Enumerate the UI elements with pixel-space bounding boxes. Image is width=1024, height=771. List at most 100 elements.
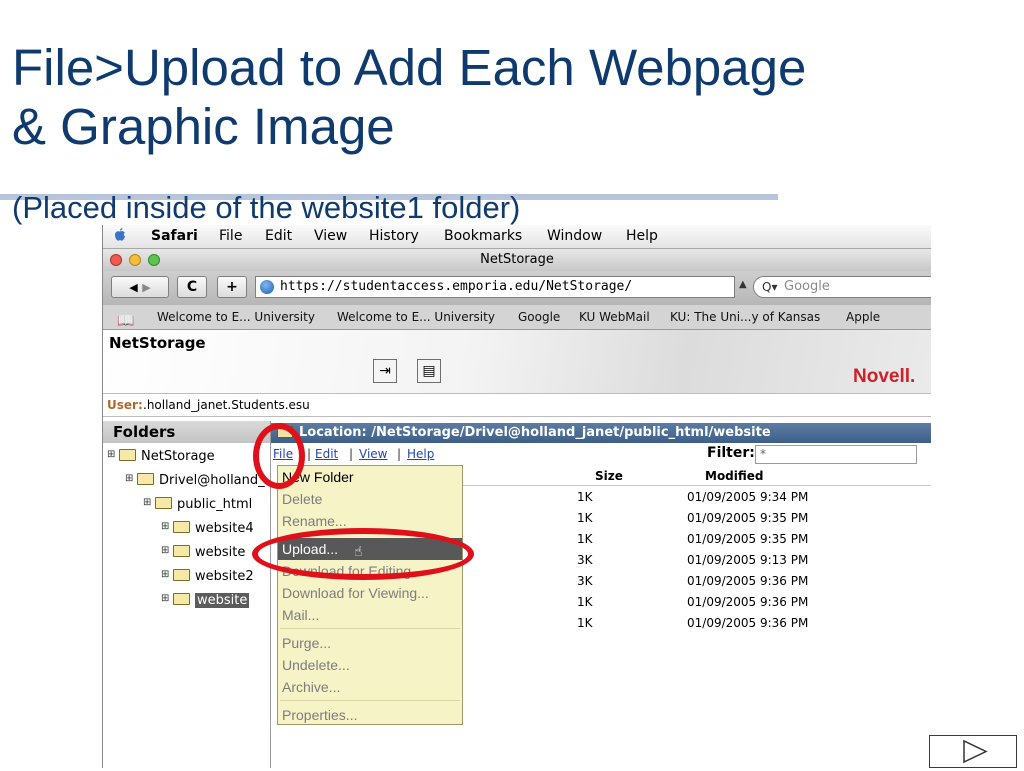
- folder-icon: [173, 593, 190, 605]
- netstorage-title: NetStorage: [109, 334, 206, 352]
- exit-icon[interactable]: ⇥: [373, 359, 397, 383]
- back-icon[interactable]: ◀: [129, 281, 137, 294]
- tree-label: Drivel@holland_: [159, 473, 265, 488]
- bookmark-2[interactable]: Welcome to E... University: [337, 305, 495, 329]
- menu-link-help[interactable]: Help: [407, 443, 434, 465]
- menu-window[interactable]: Window: [547, 225, 602, 248]
- menu-item-mail[interactable]: Mail...: [278, 604, 462, 626]
- menu-separator: [280, 700, 460, 701]
- slide-title: File>Upload to Add Each Webpage & Graphi…: [12, 38, 1012, 156]
- minimize-window-button[interactable]: [129, 254, 141, 266]
- bookmark-1[interactable]: Welcome to E... University: [157, 305, 315, 329]
- close-window-button[interactable]: [110, 254, 122, 266]
- hand-cursor-icon: ☝: [354, 544, 363, 560]
- expand-icon[interactable]: ⊞: [143, 493, 151, 513]
- menu-help[interactable]: Help: [626, 225, 658, 248]
- row-modified: 01/09/2005 9:36 PM: [687, 616, 809, 630]
- globe-icon: [260, 280, 274, 294]
- expand-icon[interactable]: ⊞: [125, 469, 133, 489]
- file-dropdown-menu: New Folder Delete Rename... Upload... Do…: [277, 465, 463, 725]
- menu-item-new-folder[interactable]: New Folder: [278, 466, 462, 488]
- menu-history[interactable]: History: [369, 225, 419, 248]
- menu-item-archive[interactable]: Archive...: [278, 676, 462, 698]
- search-icon: Q▾: [762, 280, 778, 294]
- slide-title-line-1: File>Upload to Add Each Webpage: [12, 39, 807, 96]
- row-modified: 01/09/2005 9:34 PM: [687, 490, 809, 504]
- play-arrow-icon: [963, 739, 988, 764]
- add-bookmark-button[interactable]: +: [217, 276, 247, 298]
- search-placeholder: Google: [784, 279, 830, 294]
- browser-screenshot: Safari File Edit View History Bookmarks …: [102, 225, 931, 768]
- menu-bookmarks[interactable]: Bookmarks: [444, 225, 522, 248]
- bookmark-google[interactable]: Google: [518, 305, 560, 329]
- reload-button[interactable]: C: [177, 276, 207, 298]
- tree-item-drive[interactable]: ⊞ Drivel@holland_: [125, 471, 265, 491]
- filter-input[interactable]: *: [755, 445, 917, 464]
- folders-heading: Folders: [103, 421, 270, 443]
- user-value: .holland_janet.Students.esu: [143, 398, 310, 412]
- row-size: 1K: [577, 532, 593, 546]
- menu-file[interactable]: File: [219, 225, 242, 248]
- bookmark-ku[interactable]: KU: The Uni...y of Kansas: [670, 305, 820, 329]
- tree-label: NetStorage: [141, 449, 215, 464]
- search-field[interactable]: Q▾ Google: [753, 276, 931, 298]
- menu-view[interactable]: View: [314, 225, 347, 248]
- menu-item-purge[interactable]: Purge...: [278, 632, 462, 654]
- novell-logo: Novell.: [853, 366, 916, 387]
- expand-icon[interactable]: ⊞: [161, 589, 169, 609]
- apple-icon[interactable]: [113, 227, 127, 243]
- expand-icon[interactable]: ⊞: [161, 517, 169, 537]
- menu-separator: [280, 628, 460, 629]
- row-size: 3K: [577, 574, 593, 588]
- expand-icon[interactable]: ⊞: [107, 445, 115, 465]
- menu-separator: |: [397, 447, 402, 461]
- zoom-window-button[interactable]: [148, 254, 160, 266]
- menu-edit[interactable]: Edit: [265, 225, 292, 248]
- chevron-up-icon[interactable]: ▲: [739, 279, 747, 290]
- forward-icon[interactable]: ▶: [142, 281, 150, 294]
- location-path: Location: /NetStorage/Drivel@holland_jan…: [299, 425, 771, 440]
- menu-link-view[interactable]: View: [359, 443, 387, 465]
- folder-icon: [173, 521, 190, 533]
- row-modified: 01/09/2005 9:35 PM: [687, 532, 809, 546]
- tree-item-website[interactable]: ⊞ website: [161, 591, 250, 611]
- menu-link-edit[interactable]: Edit: [315, 443, 338, 465]
- tree-item-netstorage[interactable]: ⊞ NetStorage: [107, 447, 215, 467]
- tree-label-selected: website: [195, 593, 250, 608]
- bookmark-apple[interactable]: Apple: [846, 305, 880, 329]
- tree-item-public-html[interactable]: ⊞ public_html: [143, 495, 253, 515]
- row-size: 1K: [577, 490, 593, 504]
- menu-separator: |: [307, 447, 312, 461]
- plus-icon: +: [226, 279, 238, 295]
- menu-item-download-viewing[interactable]: Download for Viewing...: [278, 582, 462, 604]
- menu-item-undelete[interactable]: Undelete...: [278, 654, 462, 676]
- annotation-circle-file: [253, 423, 305, 489]
- expand-icon[interactable]: ⊞: [161, 541, 169, 561]
- mac-menubar: Safari File Edit View History Bookmarks …: [103, 225, 931, 249]
- window-titlebar: NetStorage: [103, 249, 931, 271]
- back-forward-button[interactable]: ◀ ▶: [111, 276, 169, 298]
- menu-item-delete[interactable]: Delete: [278, 488, 462, 510]
- row-modified: 01/09/2005 9:35 PM: [687, 511, 809, 525]
- tree-item-website3[interactable]: ⊞ website: [161, 543, 246, 563]
- bookmark-ku-webmail[interactable]: KU WebMail: [579, 305, 650, 329]
- tree-label: website2: [195, 569, 254, 584]
- location-bar: Location: /NetStorage/Drivel@holland_jan…: [271, 423, 931, 443]
- column-modified[interactable]: Modified: [705, 469, 764, 483]
- tree-item-website2[interactable]: ⊞ website2: [161, 567, 254, 587]
- netstorage-header: NetStorage ⇥ ▤ Novell.: [103, 330, 931, 394]
- document-icon[interactable]: ▤: [417, 359, 441, 383]
- browser-toolbar: ◀ ▶ C + https://studentaccess.emporia.ed…: [103, 271, 931, 305]
- tree-item-website4[interactable]: ⊞ website4: [161, 519, 254, 539]
- filter-label: Filter:: [707, 445, 755, 461]
- menu-item-properties[interactable]: Properties...: [278, 704, 462, 726]
- next-slide-button[interactable]: [929, 735, 1017, 768]
- row-size: 1K: [577, 511, 593, 525]
- expand-icon[interactable]: ⊞: [161, 565, 169, 585]
- address-bar[interactable]: https://studentaccess.emporia.edu/NetSto…: [255, 276, 735, 298]
- tree-label: public_html: [177, 497, 253, 512]
- reload-icon: C: [186, 279, 198, 295]
- menu-safari[interactable]: Safari: [151, 225, 198, 248]
- column-size[interactable]: Size: [595, 469, 623, 483]
- tree-label: website: [195, 545, 246, 560]
